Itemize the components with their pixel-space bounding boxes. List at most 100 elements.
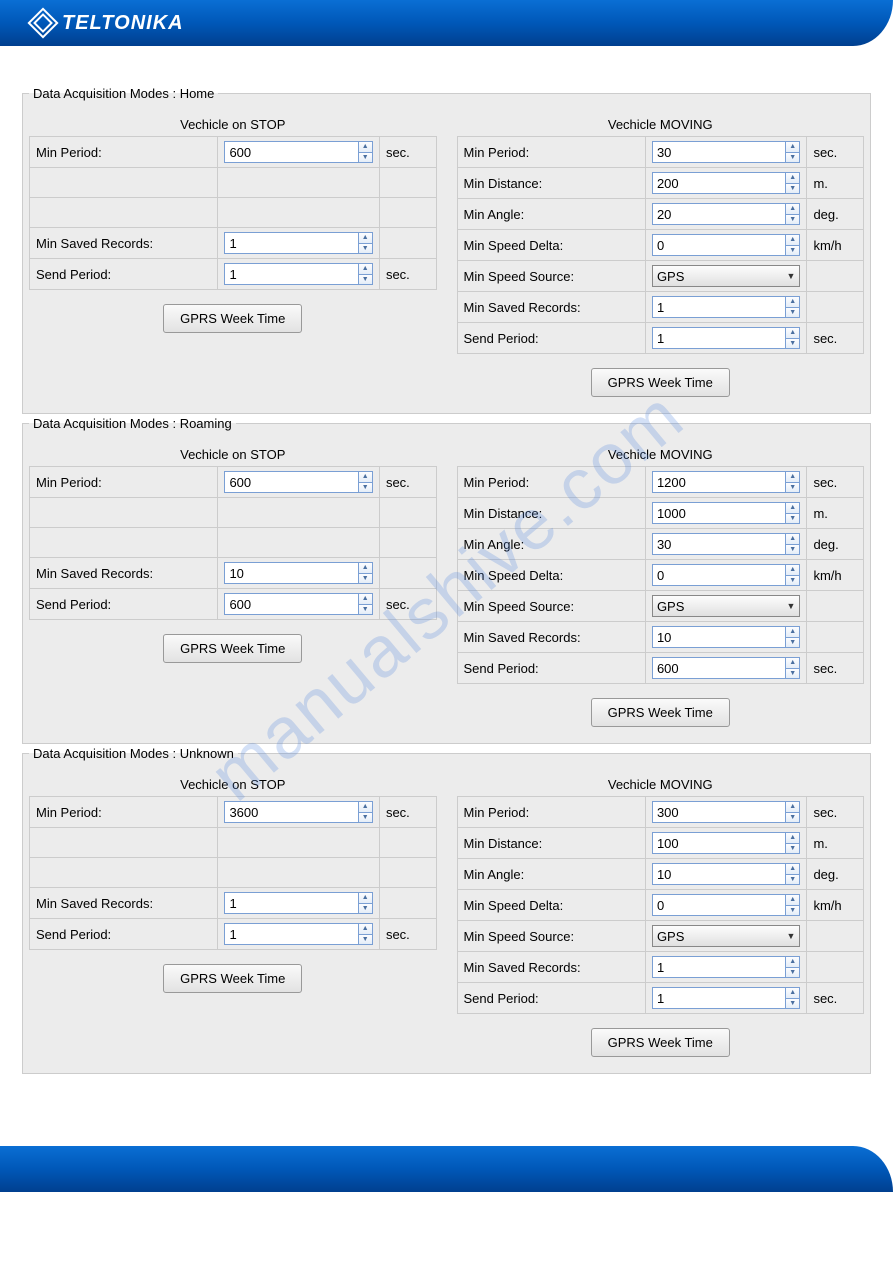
spin-up-icon[interactable]: ▲: [786, 565, 799, 575]
roaming-moving-min-distance-input[interactable]: ▲▼: [652, 502, 801, 524]
spin-up-icon[interactable]: ▲: [359, 802, 372, 812]
spin-up-icon[interactable]: ▲: [786, 534, 799, 544]
label-min-period: Min Period:: [30, 137, 218, 168]
spin-up-icon[interactable]: ▲: [786, 988, 799, 998]
roaming-moving-min-speed-delta-input[interactable]: ▲▼: [652, 564, 801, 586]
spin-down-icon[interactable]: ▼: [786, 575, 799, 586]
roaming-stop-min-period-input[interactable]: ▲▼: [224, 471, 373, 493]
spin-up-icon[interactable]: ▲: [786, 173, 799, 183]
unknown-moving-min-period-input[interactable]: ▲▼: [652, 801, 801, 823]
roaming-moving-min-period-input[interactable]: ▲▼: [652, 471, 801, 493]
spin-up-icon[interactable]: ▲: [359, 924, 372, 934]
spin-down-icon[interactable]: ▼: [786, 214, 799, 225]
spin-down-icon[interactable]: ▼: [786, 998, 799, 1009]
spin-up-icon[interactable]: ▲: [786, 328, 799, 338]
spin-up-icon[interactable]: ▲: [786, 864, 799, 874]
home-stop-gprs-button[interactable]: GPRS Week Time: [163, 304, 302, 333]
roaming-moving-send-period-input[interactable]: ▲▼: [652, 657, 801, 679]
unknown-moving-send-period-input[interactable]: ▲▼: [652, 987, 801, 1009]
stop-title: Vechicle on STOP: [29, 777, 437, 792]
roaming-stop-gprs-button[interactable]: GPRS Week Time: [163, 634, 302, 663]
spin-down-icon[interactable]: ▼: [786, 905, 799, 916]
spin-up-icon[interactable]: ▲: [359, 594, 372, 604]
spin-down-icon[interactable]: ▼: [359, 903, 372, 914]
spin-down-icon[interactable]: ▼: [786, 183, 799, 194]
spin-up-icon[interactable]: ▲: [786, 297, 799, 307]
spin-down-icon[interactable]: ▼: [786, 152, 799, 163]
spin-up-icon[interactable]: ▲: [359, 472, 372, 482]
spin-up-icon[interactable]: ▲: [786, 957, 799, 967]
spin-down-icon[interactable]: ▼: [786, 544, 799, 555]
spin-up-icon[interactable]: ▲: [359, 142, 372, 152]
spin-up-icon[interactable]: ▲: [786, 235, 799, 245]
roaming-moving-min-saved-records-input[interactable]: ▲▼: [652, 626, 801, 648]
home-moving-min-speed-delta-input[interactable]: ▲▼: [652, 234, 801, 256]
unit-deg: deg.: [807, 529, 864, 560]
spin-down-icon[interactable]: ▼: [359, 152, 372, 163]
home-stop-min-saved-records-input[interactable]: ▲▼: [224, 232, 373, 254]
spin-down-icon[interactable]: ▼: [786, 338, 799, 349]
home-moving-min-speed-source-select[interactable]: GPS▼: [652, 265, 801, 287]
unknown-moving-min-angle-input[interactable]: ▲▼: [652, 863, 801, 885]
spin-down-icon[interactable]: ▼: [359, 934, 372, 945]
spin-down-icon[interactable]: ▼: [786, 874, 799, 885]
spin-up-icon[interactable]: ▲: [359, 563, 372, 573]
spin-down-icon[interactable]: ▼: [786, 843, 799, 854]
roaming-moving-min-speed-source-select[interactable]: GPS▼: [652, 595, 801, 617]
spin-down-icon[interactable]: ▼: [786, 812, 799, 823]
home-moving-gprs-button[interactable]: GPRS Week Time: [591, 368, 730, 397]
home-moving-min-angle-input[interactable]: ▲▼: [652, 203, 801, 225]
spin-up-icon[interactable]: ▲: [786, 142, 799, 152]
spin-down-icon[interactable]: ▼: [786, 245, 799, 256]
spin-down-icon[interactable]: ▼: [359, 812, 372, 823]
label-min-saved-records: Min Saved Records:: [457, 622, 645, 653]
spin-down-icon[interactable]: ▼: [786, 637, 799, 648]
spin-down-icon[interactable]: ▼: [786, 513, 799, 524]
spin-down-icon[interactable]: ▼: [359, 604, 372, 615]
unknown-stop-send-period-input[interactable]: ▲▼: [224, 923, 373, 945]
unit-kmh: km/h: [807, 890, 864, 921]
roaming-moving-gprs-button[interactable]: GPRS Week Time: [591, 698, 730, 727]
home-moving-min-period-input[interactable]: ▲▼: [652, 141, 801, 163]
unit-deg: deg.: [807, 859, 864, 890]
spin-up-icon[interactable]: ▲: [786, 895, 799, 905]
unknown-stop-min-period-input[interactable]: ▲▼: [224, 801, 373, 823]
home-moving-min-saved-records-input[interactable]: ▲▼: [652, 296, 801, 318]
spin-up-icon[interactable]: ▲: [786, 204, 799, 214]
home-stop-min-period-input[interactable]: ▲▼: [224, 141, 373, 163]
unknown-moving-min-distance-input[interactable]: ▲▼: [652, 832, 801, 854]
spin-down-icon[interactable]: ▼: [359, 482, 372, 493]
unknown-moving-min-saved-records-input[interactable]: ▲▼: [652, 956, 801, 978]
unit-sec: sec.: [807, 983, 864, 1014]
spin-up-icon[interactable]: ▲: [786, 802, 799, 812]
roaming-moving-min-angle-input[interactable]: ▲▼: [652, 533, 801, 555]
spin-up-icon[interactable]: ▲: [786, 472, 799, 482]
home-moving-min-distance-input[interactable]: ▲▼: [652, 172, 801, 194]
spin-down-icon[interactable]: ▼: [786, 668, 799, 679]
unknown-stop-gprs-button[interactable]: GPRS Week Time: [163, 964, 302, 993]
spin-down-icon[interactable]: ▼: [359, 573, 372, 584]
unknown-moving-gprs-button[interactable]: GPRS Week Time: [591, 1028, 730, 1057]
spin-up-icon[interactable]: ▲: [786, 503, 799, 513]
home-moving-send-period-input[interactable]: ▲▼: [652, 327, 801, 349]
moving-title: Vechicle MOVING: [457, 117, 865, 132]
spin-up-icon[interactable]: ▲: [786, 833, 799, 843]
spin-down-icon[interactable]: ▼: [786, 967, 799, 978]
spin-up-icon[interactable]: ▲: [359, 233, 372, 243]
spin-down-icon[interactable]: ▼: [786, 482, 799, 493]
spin-up-icon[interactable]: ▲: [786, 658, 799, 668]
spin-down-icon[interactable]: ▼: [359, 243, 372, 254]
unknown-moving-min-speed-delta-input[interactable]: ▲▼: [652, 894, 801, 916]
roaming-stop-min-saved-records-input[interactable]: ▲▼: [224, 562, 373, 584]
spin-down-icon[interactable]: ▼: [786, 307, 799, 318]
spin-up-icon[interactable]: ▲: [786, 627, 799, 637]
home-moving-col: Vechicle MOVING Min Period: ▲▼ sec. Min …: [457, 117, 865, 397]
home-stop-send-period-input[interactable]: ▲▼: [224, 263, 373, 285]
unit-kmh: km/h: [807, 560, 864, 591]
unknown-moving-min-speed-source-select[interactable]: GPS▼: [652, 925, 801, 947]
spin-up-icon[interactable]: ▲: [359, 893, 372, 903]
spin-down-icon[interactable]: ▼: [359, 274, 372, 285]
spin-up-icon[interactable]: ▲: [359, 264, 372, 274]
unknown-stop-min-saved-records-input[interactable]: ▲▼: [224, 892, 373, 914]
roaming-stop-send-period-input[interactable]: ▲▼: [224, 593, 373, 615]
